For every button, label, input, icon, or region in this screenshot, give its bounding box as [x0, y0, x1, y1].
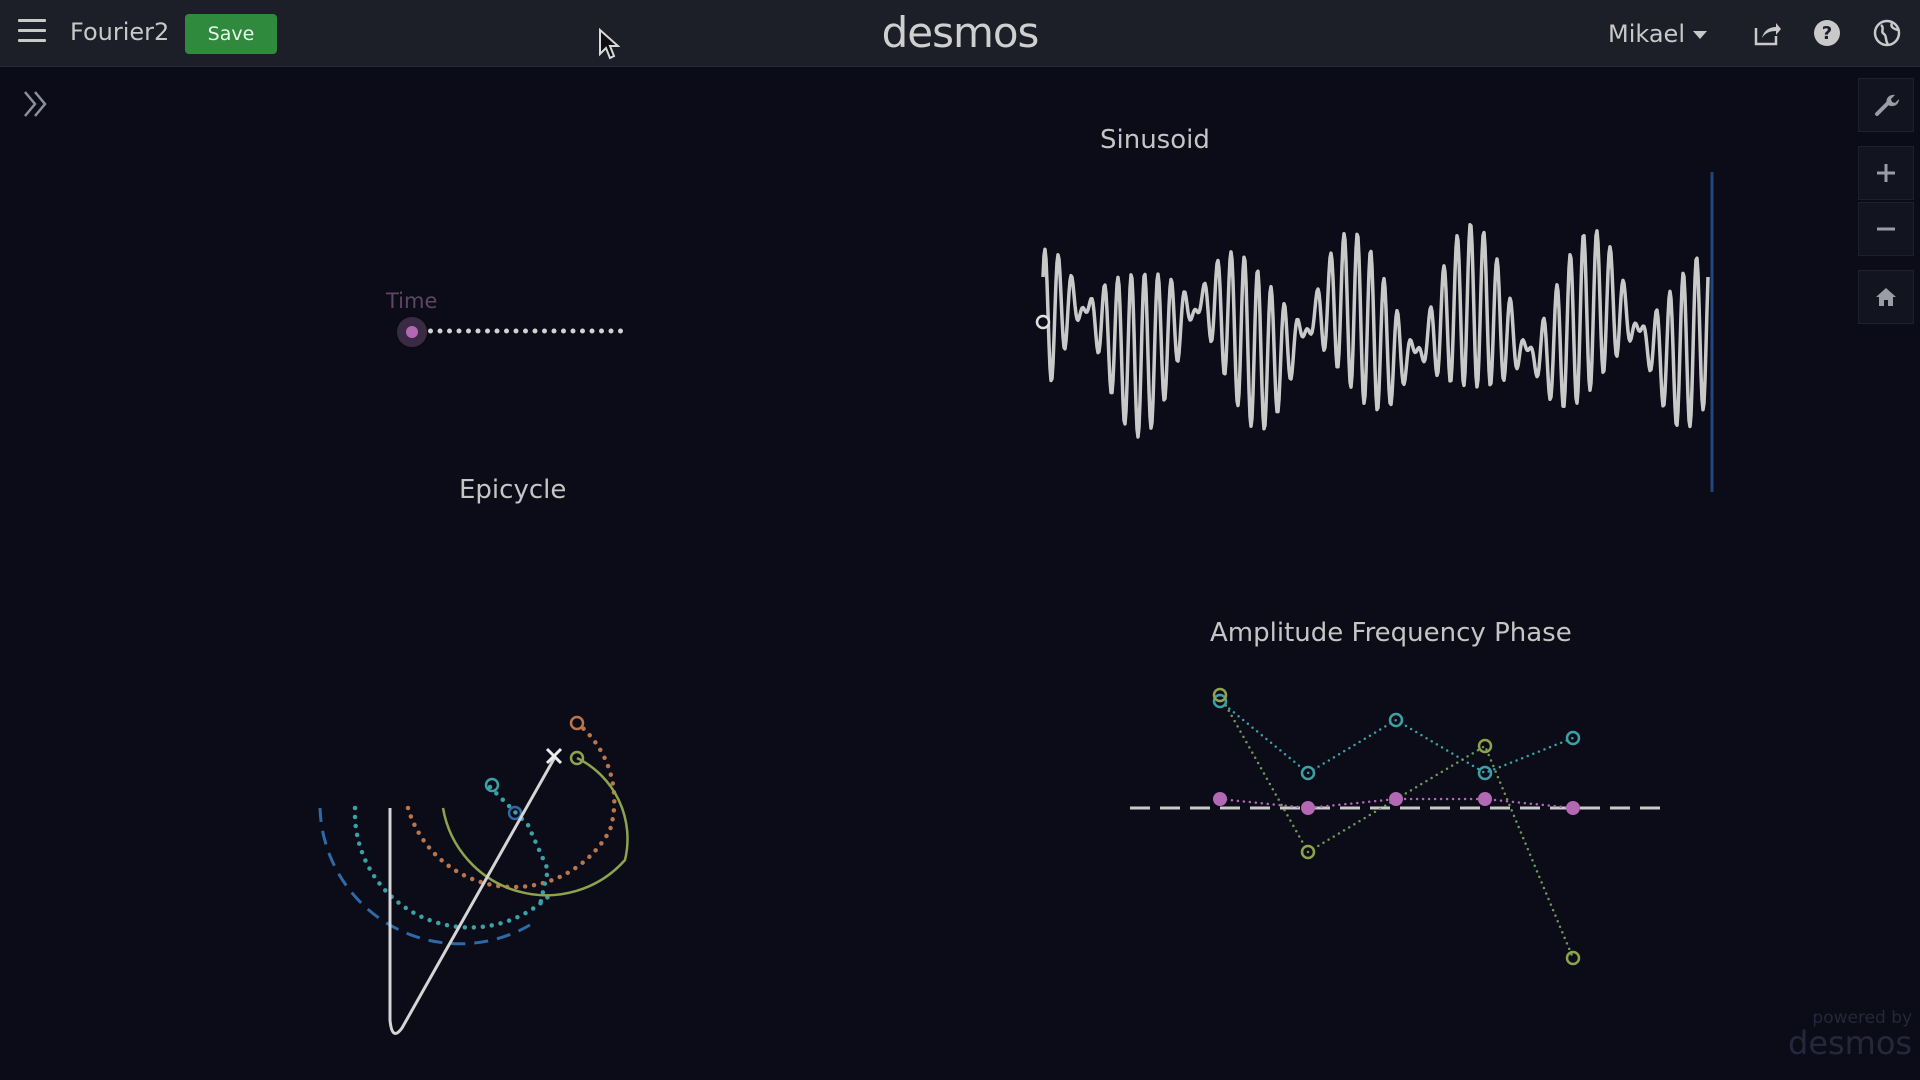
powered-by-desmos-watermark: powered by desmos [1788, 1010, 1913, 1062]
epicycle-circle-teal [352, 805, 553, 930]
afp-amplitude-point[interactable] [1478, 792, 1492, 806]
afp-plot [1130, 687, 1664, 966]
sinusoid-plot [1035, 172, 1714, 492]
afp-frequency-line [1218, 699, 1575, 775]
afp-phase-point[interactable] [1565, 950, 1581, 966]
afp-phase-point[interactable] [1477, 738, 1493, 754]
time-slider-handle[interactable] [406, 326, 418, 338]
watermark-desmos: desmos [1788, 1024, 1913, 1062]
time-slider[interactable] [397, 317, 625, 347]
afp-amplitude-point[interactable] [1566, 801, 1580, 815]
epicycle-circle-olive [441, 756, 629, 897]
sinusoid-curve [1041, 223, 1710, 439]
sinusoid-start-point[interactable] [1035, 314, 1051, 330]
epicycle-point-teal[interactable] [484, 777, 500, 793]
afp-amplitude-point[interactable] [1389, 792, 1403, 806]
epicycle-circle-orange [405, 720, 617, 890]
afp-amplitude-point[interactable] [1213, 792, 1227, 806]
epicycle-point-orange[interactable] [569, 715, 585, 731]
epicycle-plot [318, 715, 629, 1035]
afp-phase-line [1218, 693, 1575, 960]
afp-amplitude-point[interactable] [1301, 801, 1315, 815]
graph-canvas[interactable] [0, 0, 1920, 1080]
afp-frequency-point[interactable] [1477, 765, 1493, 781]
